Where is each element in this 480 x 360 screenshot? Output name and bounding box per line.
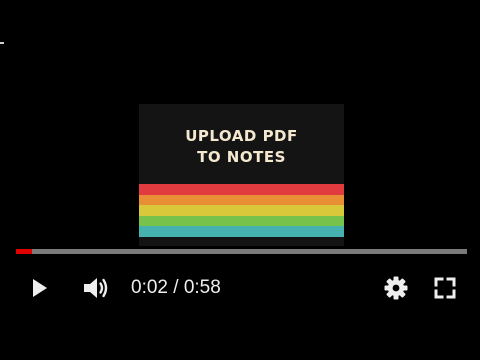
volume-button[interactable] xyxy=(80,274,112,302)
color-stripes xyxy=(139,184,344,237)
play-button[interactable] xyxy=(24,274,56,302)
video-player[interactable]: UPLOAD PDF TO NOTES 0:02 / 0:58 xyxy=(0,0,480,360)
fullscreen-button[interactable] xyxy=(429,274,461,302)
progress-bar[interactable] xyxy=(16,249,467,254)
stripe-green xyxy=(139,215,344,226)
stripe-red xyxy=(139,184,344,195)
volume-icon xyxy=(84,278,108,298)
fullscreen-icon xyxy=(434,277,456,299)
progress-played xyxy=(16,249,32,254)
control-bar: 0:02 / 0:58 xyxy=(0,262,480,314)
stripe-teal xyxy=(139,226,344,237)
play-icon xyxy=(33,279,47,297)
stripe-orange xyxy=(139,194,344,205)
video-frame[interactable]: UPLOAD PDF TO NOTES xyxy=(139,104,344,246)
duration: 0:58 xyxy=(183,277,221,298)
top-left-mark xyxy=(0,42,4,44)
gear-icon xyxy=(384,276,408,300)
current-time: 0:02 xyxy=(131,277,168,298)
time-display: 0:02 / 0:58 xyxy=(131,276,221,300)
video-title: UPLOAD PDF TO NOTES xyxy=(185,127,298,166)
time-separator: / xyxy=(167,277,184,298)
settings-button[interactable] xyxy=(380,274,412,302)
stripe-yellow xyxy=(139,205,344,216)
